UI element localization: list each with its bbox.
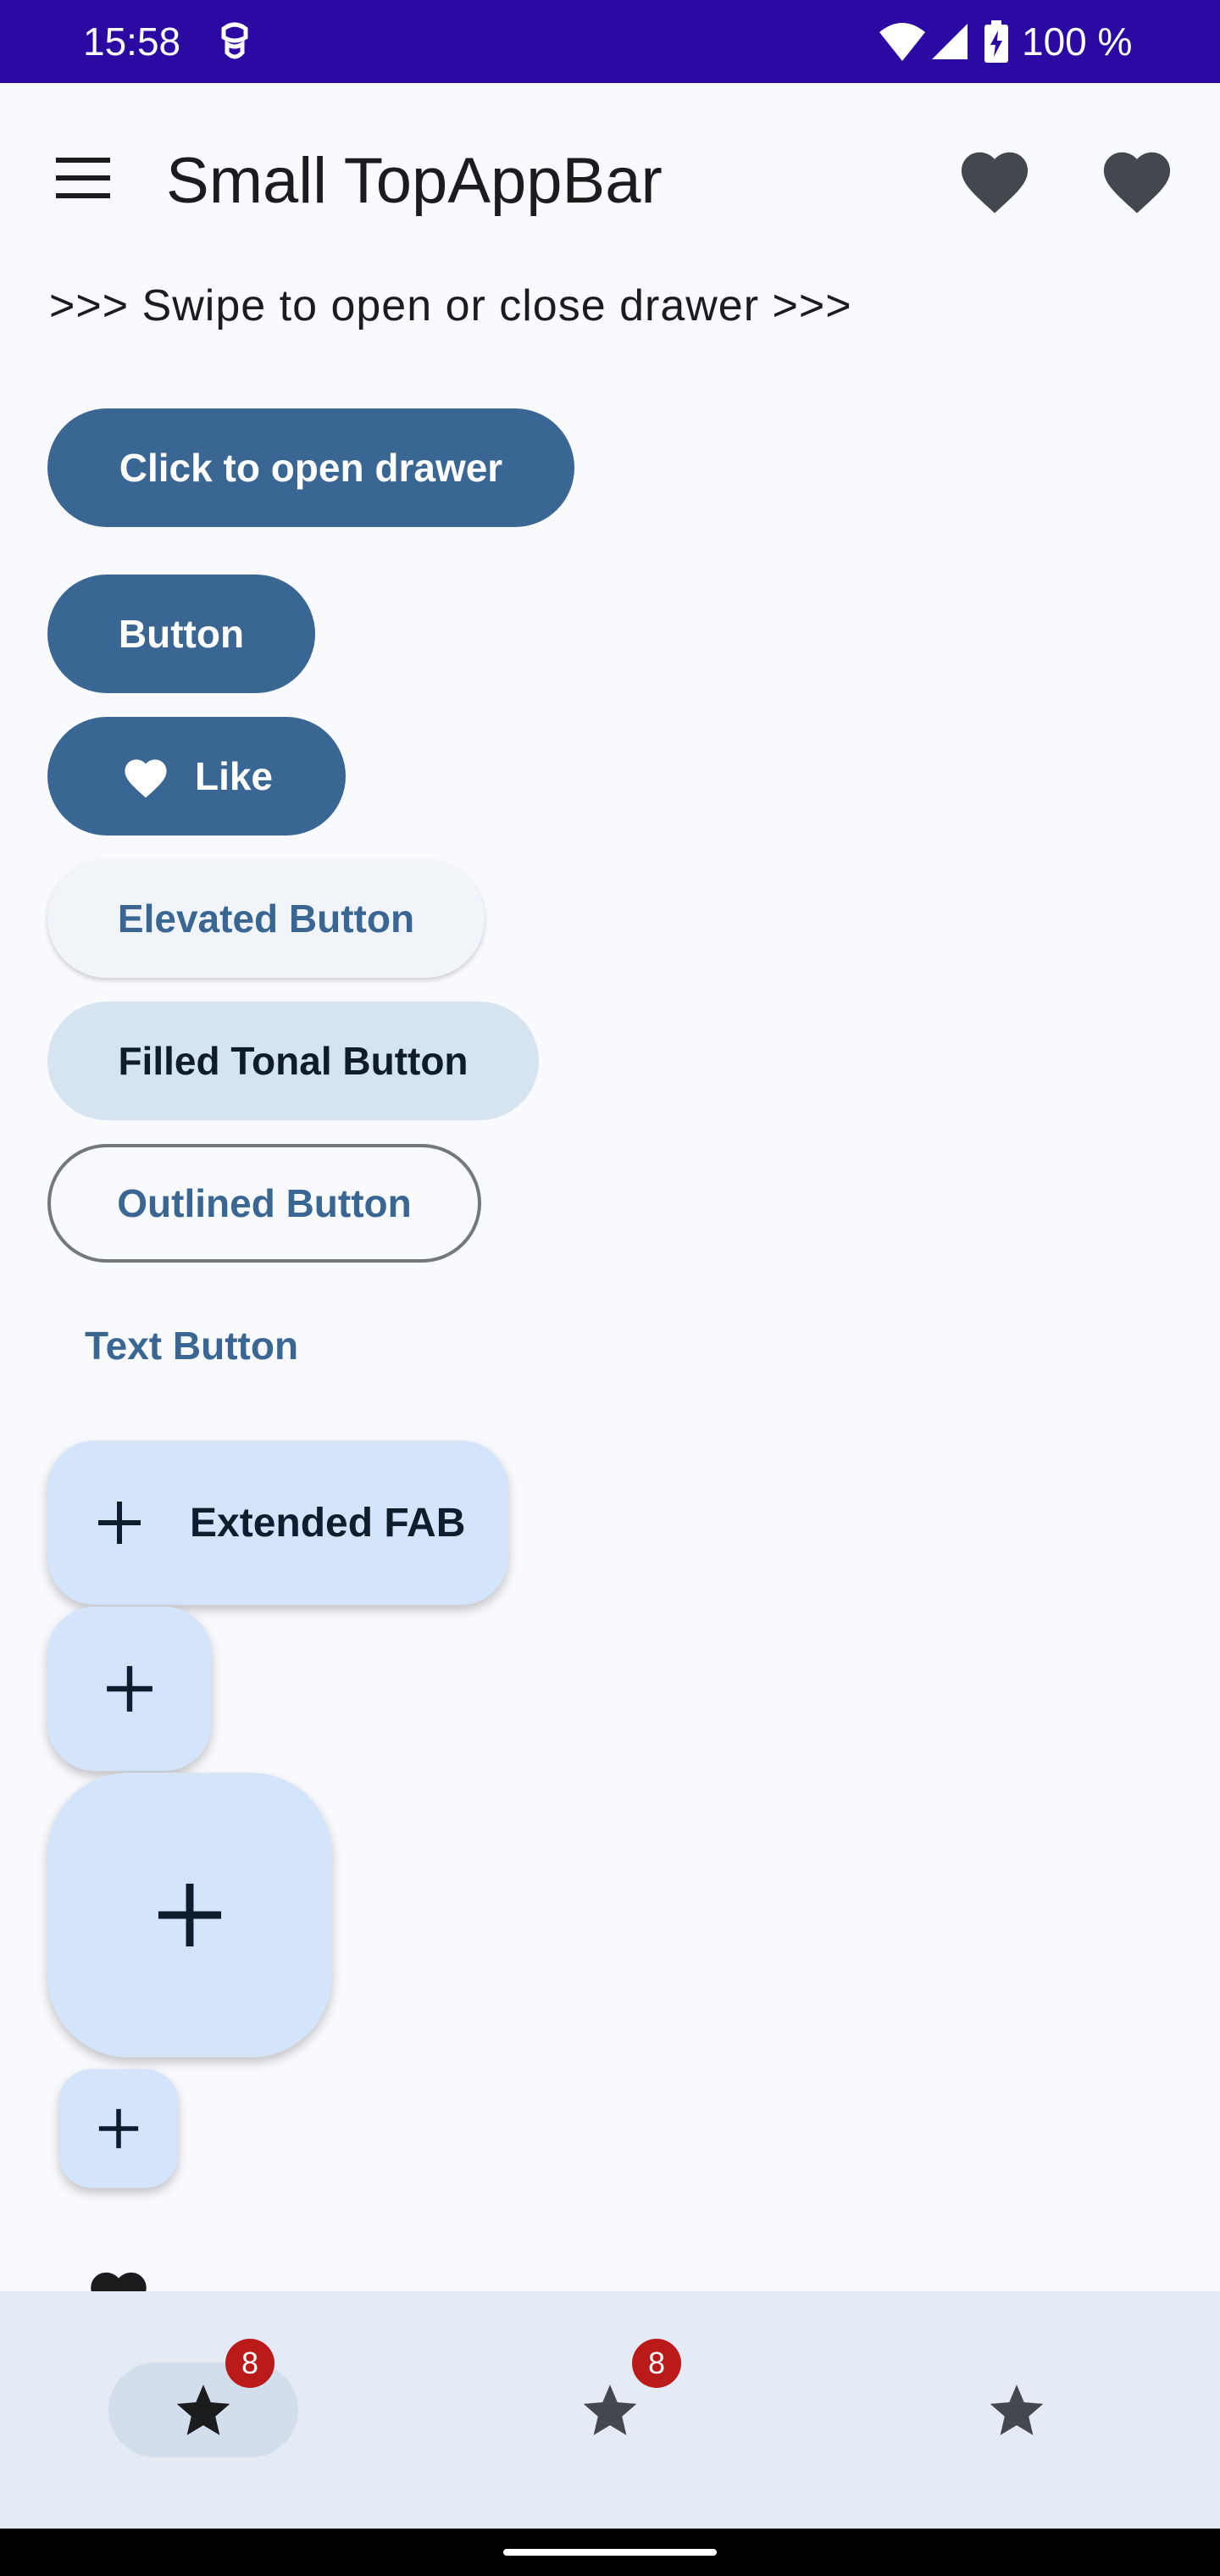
filled-button-label: Button <box>118 612 245 656</box>
heart-icon <box>85 2264 152 2291</box>
add-icon <box>98 2108 139 2149</box>
wifi-icon <box>879 23 925 61</box>
text-button[interactable]: Text Button <box>47 1286 336 1405</box>
open-drawer-button[interactable]: Click to open drawer <box>47 408 574 527</box>
nav-badge: 8 <box>225 2339 274 2388</box>
page-title: Small TopAppBar <box>166 145 663 217</box>
star-icon <box>176 2384 230 2435</box>
signal-icon <box>932 24 968 59</box>
elevated-button-label: Elevated Button <box>117 897 415 941</box>
fab[interactable] <box>47 1607 212 1771</box>
bottom-navigation-bar: 8 8 <box>0 2291 1220 2529</box>
filled-button[interactable]: Button <box>47 575 315 693</box>
star-icon <box>583 2384 637 2435</box>
nav-item-2[interactable]: 8 <box>407 2291 813 2529</box>
menu-icon[interactable] <box>53 153 114 203</box>
open-drawer-label: Click to open drawer <box>119 446 503 490</box>
favorite-icon[interactable] <box>954 142 1035 215</box>
system-navigation-bar <box>0 2529 1220 2576</box>
status-time: 15:58 <box>83 19 181 64</box>
elevated-button[interactable]: Elevated Button <box>47 859 485 978</box>
filled-tonal-button-label: Filled Tonal Button <box>118 1039 469 1083</box>
heart-icon <box>125 759 167 798</box>
nav-item-3[interactable] <box>813 2291 1220 2529</box>
nav-badge: 8 <box>632 2339 681 2388</box>
status-bar: 15:58 100 % <box>0 0 1220 83</box>
notification-icon <box>221 22 248 59</box>
like-button[interactable]: Like <box>47 717 346 836</box>
swipe-hint-text: >>> Swipe to open or close drawer >>> <box>49 281 852 330</box>
add-icon <box>98 1502 141 1544</box>
large-fab[interactable] <box>47 1773 332 2057</box>
battery-icon <box>984 20 1008 63</box>
battery-percentage: 100 % <box>1022 19 1133 64</box>
extended-fab-label: Extended FAB <box>190 1500 466 1546</box>
small-fab[interactable] <box>59 2069 178 2188</box>
filled-tonal-button[interactable]: Filled Tonal Button <box>47 1002 539 1120</box>
favorite-icon[interactable] <box>1096 142 1178 215</box>
like-button-label: Like <box>194 754 274 798</box>
outlined-button[interactable]: Outlined Button <box>47 1144 481 1263</box>
text-button-label: Text Button <box>84 1324 299 1368</box>
add-icon <box>107 1666 152 1712</box>
gesture-handle[interactable] <box>503 2549 717 2556</box>
star-icon <box>990 2384 1044 2435</box>
nav-item-1[interactable]: 8 <box>0 2291 407 2529</box>
extended-fab[interactable]: Extended FAB <box>47 1441 508 1605</box>
outlined-button-label: Outlined Button <box>117 1181 412 1225</box>
add-icon <box>158 1883 222 1947</box>
